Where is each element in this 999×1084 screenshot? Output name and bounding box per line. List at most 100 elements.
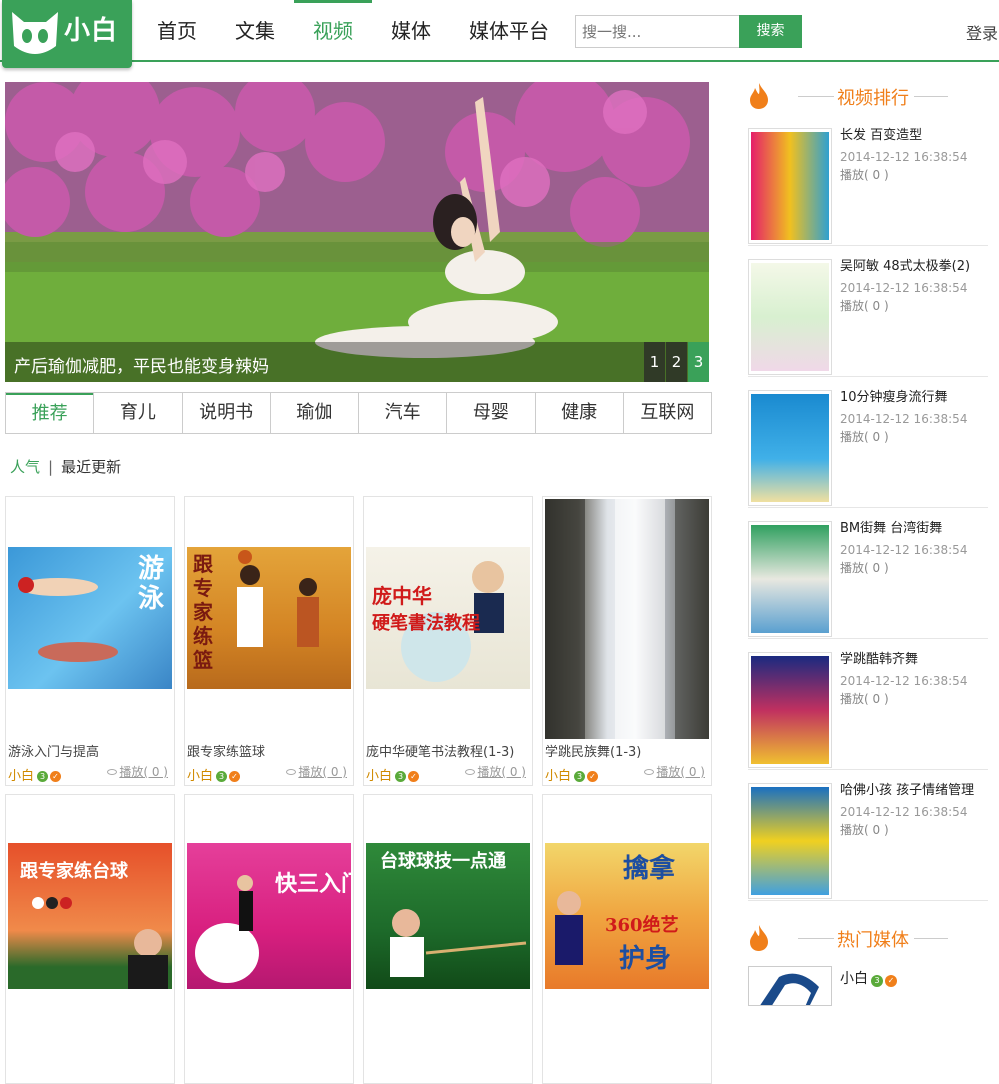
author-name[interactable]: 小白 bbox=[187, 769, 213, 784]
play-count[interactable]: 播放( 0 ) bbox=[286, 763, 347, 780]
video-thumbnail[interactable] bbox=[545, 499, 709, 739]
tab-parenting[interactable]: 育儿 bbox=[93, 393, 181, 433]
banner-slider[interactable]: 产后瑜伽减肥，平民也能变身辣妈 1 2 3 bbox=[5, 82, 709, 382]
media-author-name[interactable]: 小白 bbox=[840, 971, 868, 987]
video-author[interactable]: 小白 3 ✓ bbox=[545, 765, 599, 784]
video-title[interactable]: 跟专家练篮球 bbox=[187, 741, 265, 760]
video-card[interactable]: 快三入门 bbox=[184, 794, 354, 1084]
video-card[interactable]: 学跳民族舞(1-3) 小白 3 ✓ 播放( 0 ) bbox=[542, 496, 712, 786]
video-thumbnail[interactable]: 快三入门 bbox=[187, 843, 351, 989]
rank-item[interactable]: 哈佛小孩 孩子情绪管理 2014-12-12 16:38:54 播放( 0 ) bbox=[748, 779, 988, 901]
video-thumbnail[interactable]: 台球球技一点通 bbox=[366, 843, 530, 989]
play-count-text[interactable]: 播放( 0 ) bbox=[298, 765, 347, 779]
rank-title-text[interactable]: 长发 百变造型 bbox=[840, 124, 922, 143]
nav-media-platform[interactable]: 媒体平台 bbox=[450, 0, 568, 60]
banner-caption[interactable]: 产后瑜伽减肥，平民也能变身辣妈 bbox=[14, 352, 269, 377]
author-name[interactable]: 小白 bbox=[8, 769, 34, 784]
rank-date: 2014-12-12 16:38:54 bbox=[840, 150, 968, 164]
svg-text:泳: 泳 bbox=[138, 584, 165, 614]
rank-thumbnail[interactable] bbox=[748, 783, 832, 899]
video-card[interactable]: 擒拿 护身 360绝艺 bbox=[542, 794, 712, 1084]
video-thumbnail[interactable]: 跟 专 家 练 篮 bbox=[187, 547, 351, 689]
nav-video[interactable]: 视频 bbox=[294, 0, 372, 60]
tab-internet[interactable]: 互联网 bbox=[622, 393, 711, 433]
video-author[interactable]: 小白 3 ✓ bbox=[8, 765, 62, 784]
rank-play: 播放( 0 ) bbox=[840, 561, 889, 575]
rank-title-text[interactable]: 吴阿敏 48式太极拳(2) bbox=[840, 255, 970, 274]
fire-icon bbox=[750, 83, 768, 109]
rank-thumbnail[interactable] bbox=[748, 128, 832, 244]
login-link[interactable]: 登录 bbox=[966, 20, 998, 44]
rank-header: 视频排行 bbox=[748, 82, 988, 112]
rank-thumbnail[interactable] bbox=[748, 259, 832, 375]
media-avatar[interactable] bbox=[748, 966, 832, 1006]
rank-item[interactable]: 长发 百变造型 2014-12-12 16:38:54 播放( 0 ) bbox=[748, 124, 988, 246]
tab-mother-baby[interactable]: 母婴 bbox=[446, 393, 534, 433]
rank-thumbnail[interactable] bbox=[748, 390, 832, 506]
search-box: 搜索 bbox=[575, 15, 802, 48]
play-count[interactable]: 播放( 0 ) bbox=[465, 763, 526, 780]
banner-page-3[interactable]: 3 bbox=[688, 342, 709, 382]
play-count-text[interactable]: 播放( 0 ) bbox=[656, 765, 705, 779]
media-author[interactable]: 小白 3 ✓ bbox=[840, 968, 897, 988]
tab-car[interactable]: 汽车 bbox=[358, 393, 446, 433]
video-title[interactable]: 学跳民族舞(1-3) bbox=[545, 741, 641, 760]
banner-image bbox=[5, 82, 709, 382]
video-author[interactable]: 小白 3 ✓ bbox=[187, 765, 241, 784]
video-card[interactable]: 台球球技一点通 bbox=[363, 794, 533, 1084]
play-count[interactable]: 播放( 0 ) bbox=[107, 763, 168, 780]
sort-bar: 人气 | 最近更新 bbox=[10, 456, 121, 477]
tab-health[interactable]: 健康 bbox=[534, 393, 623, 433]
search-input[interactable] bbox=[575, 15, 739, 48]
play-count-text[interactable]: 播放( 0 ) bbox=[119, 765, 168, 779]
rank-thumbnail[interactable] bbox=[748, 521, 832, 637]
play-count-text[interactable]: 播放( 0 ) bbox=[477, 765, 526, 779]
verified-icon: ✓ bbox=[885, 975, 897, 987]
nav-media[interactable]: 媒体 bbox=[372, 0, 450, 60]
rank-title-text[interactable]: 10分钟瘦身流行舞 bbox=[840, 386, 948, 405]
search-button[interactable]: 搜索 bbox=[739, 15, 802, 48]
rank-play: 播放( 0 ) bbox=[840, 430, 889, 444]
banner-page-1[interactable]: 1 bbox=[644, 342, 665, 382]
rank-item[interactable]: 吴阿敏 48式太极拳(2) 2014-12-12 16:38:54 播放( 0 … bbox=[748, 255, 988, 377]
rank-date: 2014-12-12 16:38:54 bbox=[840, 412, 968, 426]
author-name[interactable]: 小白 bbox=[545, 769, 571, 784]
video-thumbnail[interactable]: 擒拿 护身 360绝艺 bbox=[545, 843, 709, 989]
rank-item[interactable]: 10分钟瘦身流行舞 2014-12-12 16:38:54 播放( 0 ) bbox=[748, 386, 988, 508]
rank-date: 2014-12-12 16:38:54 bbox=[840, 543, 968, 557]
rank-thumbnail[interactable] bbox=[748, 652, 832, 768]
nav-home[interactable]: 首页 bbox=[138, 0, 216, 60]
sort-popular[interactable]: 人气 bbox=[10, 458, 40, 476]
video-card[interactable]: 跟 专 家 练 篮 跟专家练篮球 小白 3 ✓ 播放( 0 ) bbox=[184, 496, 354, 786]
rank-title-text[interactable]: 学跳酷韩齐舞 bbox=[840, 648, 918, 667]
svg-text:硬笔書法教程: 硬笔書法教程 bbox=[372, 612, 480, 634]
tab-manual[interactable]: 说明书 bbox=[181, 393, 270, 433]
video-title[interactable]: 庞中华硬笔书法教程(1-3) bbox=[366, 741, 514, 760]
sort-latest[interactable]: 最近更新 bbox=[61, 458, 121, 476]
banner-page-2[interactable]: 2 bbox=[666, 342, 687, 382]
tab-recommend[interactable]: 推荐 bbox=[6, 393, 94, 433]
nav-articles[interactable]: 文集 bbox=[216, 0, 294, 60]
video-author[interactable]: 小白 3 ✓ bbox=[366, 765, 420, 784]
video-thumbnail[interactable]: 庞中华 硬笔書法教程 bbox=[366, 547, 530, 689]
header-divider-left bbox=[798, 96, 834, 97]
rank-title-text[interactable]: BM街舞 台湾街舞 bbox=[840, 517, 942, 536]
waterfall-illustration bbox=[545, 499, 709, 739]
site-logo[interactable]: 小白 bbox=[2, 0, 132, 68]
video-title[interactable]: 游泳入门与提高 bbox=[8, 741, 99, 760]
tab-yoga[interactable]: 瑜伽 bbox=[269, 393, 358, 433]
video-card[interactable]: 游 泳 游泳入门与提高 小白 3 ✓ 播放( 0 ) bbox=[5, 496, 175, 786]
video-card[interactable]: 庞中华 硬笔書法教程 庞中华硬笔书法教程(1-3) 小白 3 ✓ 播放( 0 ) bbox=[363, 496, 533, 786]
rank-item[interactable]: 学跳酷韩齐舞 2014-12-12 16:38:54 播放( 0 ) bbox=[748, 648, 988, 770]
cat-logo-icon bbox=[12, 12, 58, 54]
video-thumbnail[interactable]: 跟专家练台球 bbox=[8, 843, 172, 989]
martial-arts-illustration: 擒拿 护身 360绝艺 bbox=[555, 853, 679, 974]
video-card[interactable]: 跟专家练台球 bbox=[5, 794, 175, 1084]
play-count[interactable]: 播放( 0 ) bbox=[644, 763, 705, 780]
banner-pager: 1 2 3 bbox=[643, 342, 709, 382]
rank-title-text[interactable]: 哈佛小孩 孩子情绪管理 bbox=[840, 779, 974, 798]
rank-item[interactable]: BM街舞 台湾街舞 2014-12-12 16:38:54 播放( 0 ) bbox=[748, 517, 988, 639]
video-thumbnail[interactable]: 游 泳 bbox=[8, 547, 172, 689]
svg-text:快三入门: 快三入门 bbox=[275, 871, 351, 897]
author-name[interactable]: 小白 bbox=[366, 769, 392, 784]
